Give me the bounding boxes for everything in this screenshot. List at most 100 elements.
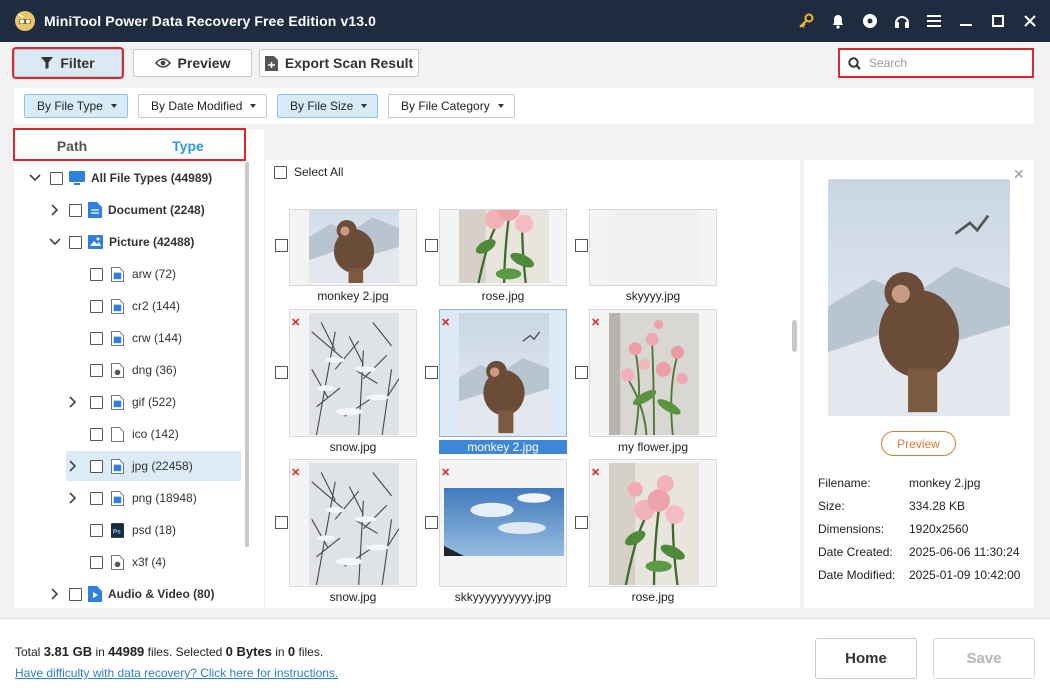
chevron-down-icon[interactable] — [48, 235, 62, 249]
chevron-right-icon[interactable] — [66, 491, 80, 505]
by-file-category-dropdown[interactable]: By File Category — [388, 94, 515, 118]
tree-node-jpg[interactable]: jpg (22458) — [66, 451, 241, 481]
thumbnail-checkbox[interactable] — [425, 516, 438, 529]
disc-icon[interactable] — [854, 0, 886, 42]
file-thumbnail[interactable] — [289, 309, 417, 437]
checkbox[interactable] — [90, 331, 103, 345]
info-dimensions: Dimensions: 1920x2560 — [818, 522, 968, 536]
preview-button[interactable]: Preview — [133, 49, 252, 77]
close-preview-icon[interactable]: ✕ — [1013, 166, 1025, 183]
by-date-modified-label: By Date Modified — [151, 99, 243, 113]
headphones-icon[interactable] — [886, 0, 918, 42]
checkbox[interactable] — [90, 299, 103, 313]
save-button[interactable]: Save — [933, 638, 1035, 679]
filter-button-label: Filter — [60, 55, 95, 71]
chevron-right-icon[interactable] — [66, 459, 80, 473]
checkbox[interactable] — [90, 363, 103, 377]
export-scan-result-button[interactable]: Export Scan Result — [259, 49, 419, 77]
maximize-icon[interactable] — [982, 0, 1014, 42]
file-thumbnail[interactable] — [589, 459, 717, 587]
app-logo-icon — [15, 11, 35, 31]
checkbox[interactable] — [69, 235, 82, 249]
checkbox[interactable] — [69, 587, 82, 601]
tab-path[interactable]: Path — [14, 130, 130, 162]
info-value: monkey 2.jpg — [909, 476, 981, 490]
file-thumbnail[interactable] — [289, 209, 417, 286]
tree-node-document[interactable]: Document (2248) — [48, 195, 238, 225]
thumbnail-checkbox[interactable] — [575, 366, 588, 379]
by-file-type-dropdown[interactable]: By File Type — [24, 94, 128, 118]
checkbox[interactable] — [90, 267, 103, 281]
deleted-marker-icon: ✕ — [591, 467, 601, 479]
thumbnail-checkbox[interactable] — [575, 516, 588, 529]
tree-node-psd[interactable]: Ps psd (18) — [66, 515, 241, 545]
tree-node-crw[interactable]: crw (144) — [66, 323, 241, 353]
camera-file-icon — [111, 362, 124, 378]
thumbnail-checkbox[interactable] — [575, 238, 588, 252]
tree-node-ico[interactable]: ico (142) — [66, 419, 241, 449]
file-thumbnail[interactable] — [289, 459, 417, 587]
by-date-modified-dropdown[interactable]: By Date Modified — [138, 94, 268, 118]
bell-icon[interactable] — [822, 0, 854, 42]
tree-label: dng (36) — [132, 363, 177, 377]
minimize-icon[interactable] — [950, 0, 982, 42]
grid-scrollbar[interactable] — [792, 320, 797, 352]
info-value: 334.28 KB — [909, 499, 966, 513]
tree-node-audio-video[interactable]: Audio & Video (80) — [48, 579, 238, 609]
menu-icon[interactable] — [918, 0, 950, 42]
home-button[interactable]: Home — [815, 638, 917, 679]
thumbnail-checkbox[interactable] — [275, 238, 288, 252]
tree-node-png[interactable]: png (18948) — [66, 483, 241, 513]
tree-node-gif[interactable]: gif (522) — [66, 387, 241, 417]
thumbnail-image — [309, 313, 399, 435]
tree-node-x3f[interactable]: x3f (4) — [66, 547, 241, 577]
checkbox[interactable] — [90, 523, 103, 537]
file-thumbnail[interactable] — [439, 459, 567, 587]
checkbox[interactable] — [90, 555, 103, 569]
file-name-label: my flower.jpg — [617, 440, 689, 454]
tree-node-all-file-types[interactable]: All File Types (44989) — [28, 163, 238, 193]
deleted-marker-icon: ✕ — [441, 467, 451, 479]
select-all[interactable]: Select All — [274, 165, 343, 179]
checkbox[interactable] — [90, 459, 103, 473]
chevron-right-icon[interactable] — [48, 203, 62, 217]
file-thumbnail[interactable] — [439, 209, 567, 286]
close-icon[interactable] — [1014, 0, 1046, 42]
checkbox[interactable] — [90, 427, 103, 441]
tree-label: x3f (4) — [132, 555, 167, 569]
by-file-size-dropdown[interactable]: By File Size — [277, 94, 379, 118]
thumbnail-checkbox[interactable] — [425, 366, 438, 379]
checkbox[interactable] — [90, 491, 103, 505]
info-value: 2025-01-09 10:42:00 — [909, 568, 1021, 582]
thumbnail-checkbox[interactable] — [275, 516, 288, 529]
tree-node-dng[interactable]: dng (36) — [66, 355, 241, 385]
total-size: 3.81 GB — [43, 644, 93, 659]
tree-node-arw[interactable]: arw (72) — [66, 259, 241, 289]
tree-node-picture[interactable]: Picture (42488) — [48, 227, 238, 257]
info-filename: Filename: monkey 2.jpg — [818, 476, 980, 490]
tree-label: jpg (22458) — [132, 459, 193, 473]
chevron-right-icon[interactable] — [66, 395, 80, 409]
chevron-down-icon[interactable] — [28, 171, 42, 185]
chevron-right-icon[interactable] — [48, 587, 62, 601]
preview-file-button[interactable]: Preview — [881, 431, 956, 456]
key-icon[interactable] — [790, 0, 822, 42]
checkbox[interactable] — [50, 171, 63, 185]
select-all-checkbox[interactable] — [274, 165, 287, 179]
search-box[interactable] — [838, 48, 1034, 78]
tab-type[interactable]: Type — [130, 130, 246, 162]
file-thumbnail[interactable] — [439, 309, 567, 437]
filter-button[interactable]: Filter — [12, 47, 124, 79]
tree-scrollbar[interactable] — [245, 162, 249, 547]
help-link[interactable]: Have difficulty with data recovery? Clic… — [15, 666, 338, 680]
file-thumbnail[interactable] — [589, 209, 717, 286]
checkbox[interactable] — [90, 395, 103, 409]
search-input[interactable] — [869, 56, 1019, 70]
file-thumbnail[interactable] — [589, 309, 717, 437]
thumbnail-checkbox[interactable] — [275, 366, 288, 379]
thumbnail-checkbox[interactable] — [425, 238, 438, 252]
tree-node-cr2[interactable]: cr2 (144) — [66, 291, 241, 321]
thumbnail-image — [459, 210, 549, 283]
checkbox[interactable] — [69, 203, 82, 217]
